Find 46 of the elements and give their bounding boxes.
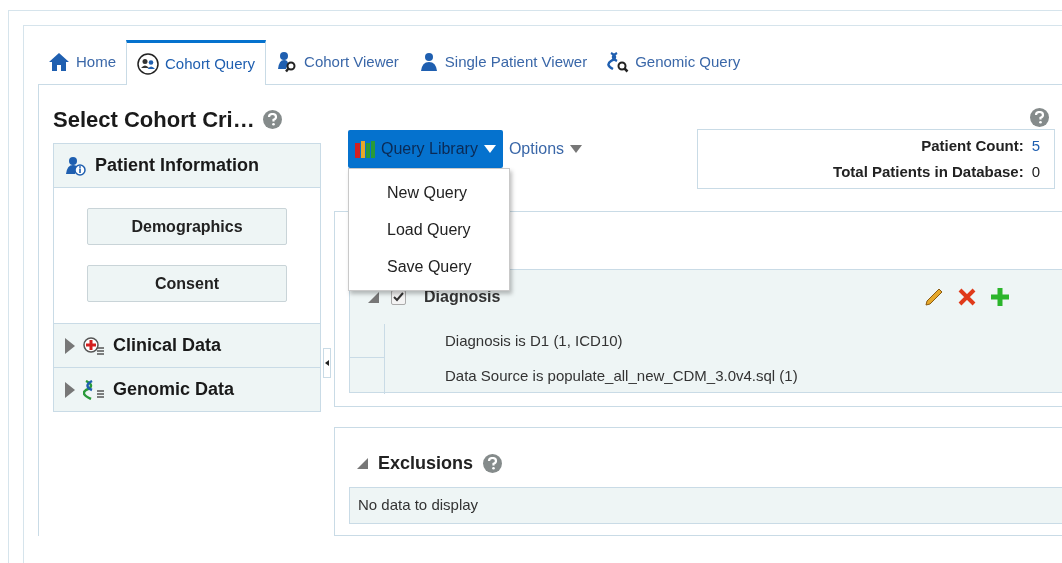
tab[interactable]: Home	[38, 40, 126, 84]
expanded-triangle-icon	[357, 458, 368, 469]
count-value: 5	[1031, 136, 1041, 156]
criterion-title: Diagnosis	[424, 287, 501, 307]
person-icon	[418, 52, 439, 72]
accordion-header[interactable]: Genomic Data	[54, 368, 320, 411]
dna-icon	[83, 379, 105, 400]
page-title: Select Cohort Cri…	[53, 105, 255, 134]
menu-item[interactable]: New Query	[349, 174, 509, 211]
home-icon	[48, 52, 70, 72]
tab[interactable]: Single Patient Viewer	[408, 40, 598, 84]
section-button[interactable]: Consent	[87, 265, 287, 302]
caret-down-icon	[570, 145, 583, 153]
tab[interactable]: Genomic Query	[597, 40, 751, 84]
tab[interactable]: Cohort Query	[126, 40, 267, 85]
accordion-header[interactable]: Clinical Data	[54, 324, 320, 367]
menu-item[interactable]: Load Query	[349, 211, 509, 248]
help-icon[interactable]	[1030, 108, 1050, 127]
help-icon[interactable]	[483, 454, 503, 473]
books-icon	[355, 140, 375, 158]
person-info-icon	[65, 155, 87, 176]
plus-icon[interactable]	[990, 287, 1011, 307]
collapsed-triangle-icon	[65, 381, 75, 398]
help-icon[interactable]	[262, 109, 282, 129]
count-label: Total Patients in Database:	[833, 161, 1024, 182]
empty-table: No data to display	[349, 487, 1062, 524]
criterion-detail: Data Source is populate_all_new_CDM_3.0v4.sql (1)	[445, 366, 798, 387]
tab[interactable]: Cohort Viewer	[266, 40, 409, 84]
count-label: Patient Count:	[921, 136, 1024, 156]
options-menu-button[interactable]: Options	[508, 130, 583, 168]
collapsed-triangle-icon	[65, 337, 75, 354]
pencil-icon[interactable]	[924, 287, 945, 307]
medical-cross-icon	[83, 335, 105, 356]
count-value: 0	[1031, 161, 1041, 182]
caret-down-icon	[483, 145, 496, 153]
accordion-header[interactable]: Patient Information	[54, 144, 320, 187]
collapse-handle[interactable]	[323, 348, 331, 378]
dna-search-icon	[607, 51, 630, 73]
section-button[interactable]: Demographics	[87, 208, 287, 245]
close-icon[interactable]	[958, 288, 977, 306]
people-icon	[137, 53, 159, 75]
expanded-triangle-icon	[368, 291, 379, 303]
menu-item[interactable]: Save Query	[349, 248, 509, 285]
criterion-detail: Diagnosis is D1 (1, ICD10)	[445, 331, 624, 352]
section-title: Exclusions	[378, 452, 474, 475]
caret-left-icon	[325, 360, 329, 366]
